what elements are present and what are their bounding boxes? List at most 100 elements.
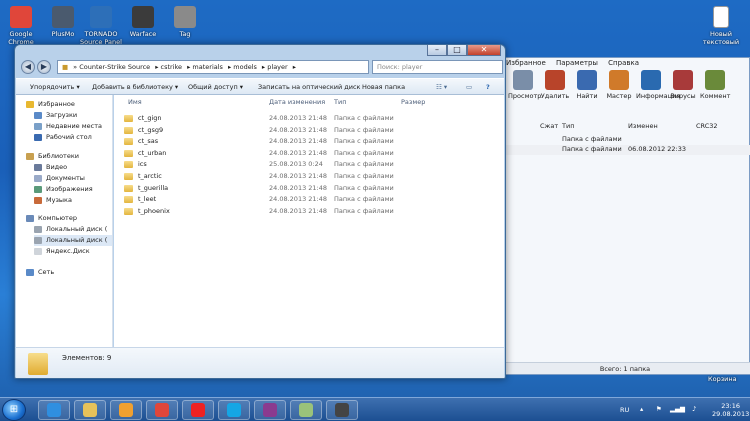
desktop-shortcut[interactable]: Tag <box>162 6 208 38</box>
explorer-window[interactable]: – □ ✕ ◀ ▶ ■» Counter-Strike Source ▸ cstr… <box>14 44 506 379</box>
nav-item[interactable]: Яндекс.Диск <box>34 246 90 257</box>
file-row[interactable]: t_guerilla 24.08.2013 21:48 Папка с файлам… <box>114 183 504 195</box>
bg-tool-label: Мастер <box>606 92 632 100</box>
desktop-shortcut[interactable]: Warface <box>120 6 166 38</box>
taskbar-yandex-button[interactable] <box>182 400 214 420</box>
breadcrumb-item[interactable]: player <box>267 63 287 71</box>
column-size[interactable]: Размер <box>401 95 425 109</box>
tray-arrow-icon[interactable]: ▴ <box>640 405 643 413</box>
breadcrumb-item[interactable]: cstrike <box>161 63 183 71</box>
star-icon <box>26 101 34 108</box>
new-folder-button[interactable]: Новая папка <box>362 79 405 95</box>
taskbar-skype-button[interactable] <box>218 400 250 420</box>
help-icon[interactable]: ? <box>486 79 490 95</box>
nav-item[interactable]: Рабочий стол <box>34 132 92 143</box>
preview-pane-icon[interactable]: ▭ <box>466 79 472 95</box>
desktop-shortcut-label: PlusMo <box>51 30 75 38</box>
taskbar-cs-button[interactable] <box>326 400 358 420</box>
back-icon[interactable]: ◀ <box>21 60 35 74</box>
file-row[interactable]: ics 25.08.2013 0:24 Папка с файлами <box>114 159 504 171</box>
file-type: Папка с файлами <box>334 114 394 122</box>
column-type[interactable]: Тип <box>334 95 346 109</box>
breadcrumb-item[interactable]: models <box>233 63 257 71</box>
share-button[interactable]: Общий доступ ▾ <box>188 79 243 95</box>
file-name: ct_gsg9 <box>138 125 164 134</box>
folder-icon: ■ <box>62 63 69 71</box>
column-name[interactable]: Имя <box>128 95 142 109</box>
file-row[interactable]: t_arctic 24.08.2013 21:48 Папка с файлами <box>114 171 504 183</box>
bg-col-modified[interactable]: Изменен <box>628 122 658 130</box>
nav-item[interactable]: Видео <box>34 162 67 173</box>
desktop-shortcut[interactable]: Google Chrome <box>0 6 44 46</box>
desktop-shortcut[interactable]: TORNADO Source Panel <box>78 6 124 46</box>
start-button[interactable]: ⊞ <box>2 399 26 421</box>
address-bar[interactable]: ■» Counter-Strike Source ▸ cstrike ▸ mater… <box>57 60 369 74</box>
volume-icon[interactable]: ♪ <box>692 405 696 413</box>
file-row[interactable]: t_leet 24.08.2013 21:48 Папка с файлами <box>114 194 504 206</box>
desktop-icon-new-text[interactable]: Новый текстовый <box>698 6 744 46</box>
background-archiver-window[interactable] <box>500 57 750 375</box>
file-name: t_guerilla <box>138 183 169 192</box>
network-icon[interactable]: ▂▄▆ <box>670 405 685 413</box>
language-indicator[interactable]: RU <box>620 406 629 414</box>
forward-icon[interactable]: ▶ <box>37 60 51 74</box>
burn-button[interactable]: Записать на оптический диск <box>258 79 360 95</box>
taskbar: ⊞ RU ▴ ⚑ ▂▄▆ ♪ 23:16 29.08.2013 <box>0 397 750 421</box>
breadcrumb-item[interactable]: Counter-Strike Source <box>79 63 150 71</box>
search-input[interactable]: Поиск: player <box>372 60 503 74</box>
nav-item[interactable]: Библиотеки <box>26 151 79 162</box>
nav-item[interactable]: Музыка <box>34 195 72 206</box>
bg-tool-button[interactable]: Информация <box>636 70 680 100</box>
nav-item[interactable]: Загрузки <box>34 110 77 121</box>
taskbar-ie-button[interactable] <box>38 400 70 420</box>
bg-col-type[interactable]: Тип <box>562 122 574 130</box>
bg-row[interactable]: Папка с файлами 06.08.2012 22:33 <box>500 145 750 155</box>
file-row[interactable]: ct_sas 24.08.2013 21:48 Папка с файлами <box>114 136 504 148</box>
file-date: 24.08.2013 21:48 <box>269 206 328 215</box>
bg-col-compressed[interactable]: Сжат <box>540 122 558 130</box>
bg-tool-button[interactable]: Коммент <box>700 70 730 100</box>
file-row[interactable]: t_phoenix 24.08.2013 21:48 Папка с файлами <box>114 206 504 218</box>
bg-tool-button[interactable]: Вирусы <box>668 70 698 100</box>
bg-tool-button[interactable]: Мастер <box>604 70 634 100</box>
minimize-icon[interactable]: – <box>427 45 447 56</box>
nav-item[interactable]: Локальный диск ( <box>34 235 112 246</box>
close-icon[interactable]: ✕ <box>467 45 501 56</box>
bg-column-headers: Сжат Тип Изменен CRC32 <box>500 122 750 132</box>
recycle-bin-label[interactable]: Корзина <box>708 375 737 383</box>
maximize-icon[interactable]: □ <box>447 45 467 56</box>
bg-tool-button[interactable]: Просмотр <box>508 70 541 100</box>
flag-icon[interactable]: ⚑ <box>656 405 662 413</box>
nav-item[interactable]: Сеть <box>26 267 54 278</box>
column-date[interactable]: Дата изменения <box>269 95 325 109</box>
bg-menu-help[interactable]: Справка <box>608 59 639 67</box>
taskbar-chrome-button[interactable] <box>146 400 178 420</box>
recent-icon <box>34 123 42 130</box>
nav-item[interactable]: Документы <box>34 173 85 184</box>
breadcrumb-item[interactable]: materials <box>192 63 223 71</box>
file-type: Папка с файлами <box>334 148 394 157</box>
bg-menu-options[interactable]: Параметры <box>556 59 598 67</box>
bg-tool-button[interactable]: Удалить <box>540 70 570 100</box>
taskbar-media-button[interactable] <box>110 400 142 420</box>
taskbar-winrar-button[interactable] <box>254 400 286 420</box>
add-to-library-button[interactable]: Добавить в библиотеку ▾ <box>92 79 178 95</box>
file-row[interactable]: ct_urban 24.08.2013 21:48 Папка с файлами <box>114 148 504 160</box>
file-date: 24.08.2013 21:48 <box>269 137 328 146</box>
clock[interactable]: 23:16 29.08.2013 <box>712 402 749 418</box>
bg-menu-favorites[interactable]: Избранное <box>506 59 546 67</box>
nav-item[interactable]: Избранное <box>26 99 75 110</box>
file-row[interactable]: ct_gsg9 24.08.2013 21:48 Папка с файлами <box>114 125 504 137</box>
nav-item[interactable]: Недавние места <box>34 121 102 132</box>
taskbar-explorer-button[interactable] <box>74 400 106 420</box>
nav-item[interactable]: Локальный диск ( <box>34 224 107 235</box>
nav-item[interactable]: Компьютер <box>26 213 77 224</box>
view-options-icon[interactable]: ☷ ▾ <box>436 79 447 95</box>
nav-item[interactable]: Изображения <box>34 184 93 195</box>
taskbar-folder2-button[interactable] <box>290 400 322 420</box>
bg-col-crc[interactable]: CRC32 <box>696 122 718 130</box>
bg-tool-button[interactable]: Найти <box>572 70 602 100</box>
bg-row[interactable]: Папка с файлами <box>500 135 750 145</box>
organize-button[interactable]: Упорядочить ▾ <box>30 79 80 95</box>
file-row[interactable]: ct_gign 24.08.2013 21:48 Папка с файлами <box>114 113 504 125</box>
